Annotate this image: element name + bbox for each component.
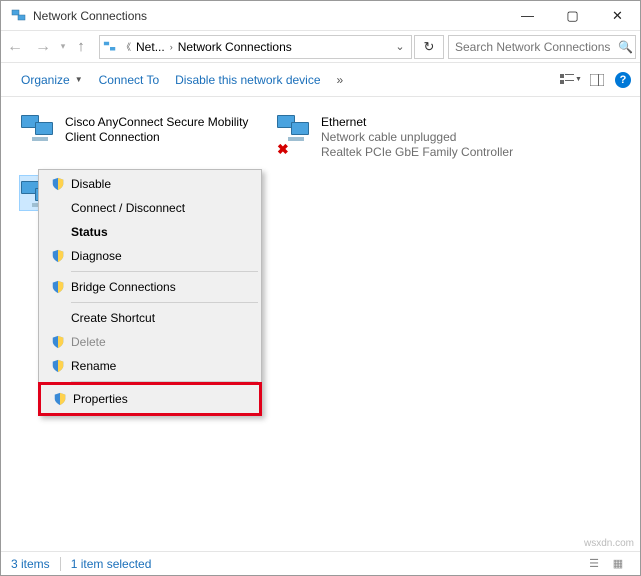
connection-name: Cisco AnyConnect Secure Mobility Client …	[65, 115, 265, 145]
connection-device: Realtek PCIe GbE Family Controller	[321, 145, 521, 160]
address-icon	[100, 40, 120, 54]
context-menu: Disable Connect / Disconnect Status Diagnos…	[38, 169, 262, 416]
connection-item-ethernet[interactable]: ✖ Ethernet Network cable unplugged Realt…	[271, 113, 521, 161]
back-button[interactable]: ←	[1, 33, 29, 61]
dropdown-icon: ▼	[75, 75, 83, 84]
content-area: Cisco AnyConnect Secure Mobility Client …	[1, 99, 640, 551]
chevron-icon: ›	[168, 42, 175, 52]
unplugged-icon: ✖	[277, 141, 289, 158]
address-dropdown[interactable]: ⌄	[389, 40, 411, 53]
menu-item-label: Create Shortcut	[69, 311, 155, 325]
large-icons-view-icon[interactable]: ▦	[606, 557, 630, 570]
history-dropdown[interactable]: ▾	[57, 41, 69, 52]
shield-icon	[47, 249, 69, 263]
breadcrumb-segment[interactable]: Net...	[133, 40, 168, 54]
shield-icon	[47, 335, 69, 349]
shield-icon	[47, 359, 69, 373]
shield-icon	[49, 392, 71, 406]
address-bar[interactable]: 《 Net... › Network Connections ⌄	[99, 35, 412, 59]
menu-item-rename[interactable]: Rename	[41, 354, 259, 378]
breadcrumb-segment[interactable]: Network Connections	[175, 40, 295, 54]
menu-item-label: Status	[69, 225, 108, 239]
help-icon: ?	[615, 72, 631, 88]
menu-item-label: Connect / Disconnect	[69, 201, 185, 215]
menu-item-label: Rename	[69, 359, 116, 373]
connection-name: Ethernet	[321, 115, 521, 130]
navbar: ← → ▾ ↑ 《 Net... › Network Connections ⌄…	[1, 31, 640, 63]
shield-icon	[47, 280, 69, 294]
help-button[interactable]: ?	[610, 69, 636, 91]
menu-item-label: Disable	[69, 177, 111, 191]
search-input[interactable]	[449, 40, 616, 54]
window-title: Network Connections	[33, 9, 505, 23]
connect-to-button[interactable]: Connect To	[91, 69, 168, 91]
search-box[interactable]: 🔍	[448, 35, 636, 59]
item-count: 3 items	[11, 557, 50, 571]
refresh-button[interactable]: ↻	[414, 35, 444, 59]
menu-item-properties[interactable]: Properties	[43, 387, 257, 411]
selection-count: 1 item selected	[71, 557, 152, 571]
chevron-icon: 《	[120, 40, 133, 53]
menu-item-label: Bridge Connections	[69, 280, 176, 294]
connection-status: Network cable unplugged	[321, 130, 521, 145]
menu-item-label: Properties	[71, 392, 128, 406]
up-button[interactable]: ↑	[69, 38, 93, 55]
connection-item-cisco[interactable]: Cisco AnyConnect Secure Mobility Client …	[15, 113, 265, 161]
menu-item-diagnose[interactable]: Diagnose	[41, 244, 259, 268]
highlighted-menu-item: Properties	[38, 382, 262, 416]
menu-item-create-shortcut[interactable]: Create Shortcut	[41, 306, 259, 330]
shield-icon	[47, 177, 69, 191]
maximize-button[interactable]: ▢	[550, 1, 595, 30]
view-options-button[interactable]: ▼	[558, 69, 584, 91]
divider	[60, 557, 61, 571]
menu-item-delete: Delete	[41, 330, 259, 354]
menu-item-status[interactable]: Status	[41, 220, 259, 244]
minimize-button[interactable]: —	[505, 1, 550, 30]
menu-item-bridge-connections[interactable]: Bridge Connections	[41, 275, 259, 299]
titlebar: Network Connections — ▢ ✕	[1, 1, 640, 31]
preview-pane-button[interactable]	[584, 69, 610, 91]
menu-item-label: Diagnose	[69, 249, 122, 263]
overflow-button[interactable]: »	[329, 73, 352, 87]
command-bar: Organize ▼ Connect To Disable this netwo…	[1, 63, 640, 97]
app-icon	[11, 8, 27, 24]
forward-button[interactable]: →	[29, 33, 57, 61]
menu-separator	[71, 302, 258, 303]
menu-item-disable[interactable]: Disable	[41, 172, 259, 196]
menu-item-connect-disconnect[interactable]: Connect / Disconnect	[41, 196, 259, 220]
connection-icon	[15, 113, 65, 161]
status-bar: 3 items 1 item selected ☰ ▦	[1, 551, 640, 575]
search-icon[interactable]: 🔍	[616, 40, 635, 54]
close-button[interactable]: ✕	[595, 1, 640, 30]
details-view-icon[interactable]: ☰	[582, 557, 606, 570]
connection-icon: ✖	[271, 113, 321, 161]
menu-item-label: Delete	[69, 335, 106, 349]
disable-device-button[interactable]: Disable this network device	[167, 69, 328, 91]
organize-label: Organize	[21, 73, 70, 87]
organize-menu[interactable]: Organize ▼	[13, 69, 91, 91]
menu-separator	[71, 271, 258, 272]
watermark: wsxdn.com	[584, 538, 634, 549]
